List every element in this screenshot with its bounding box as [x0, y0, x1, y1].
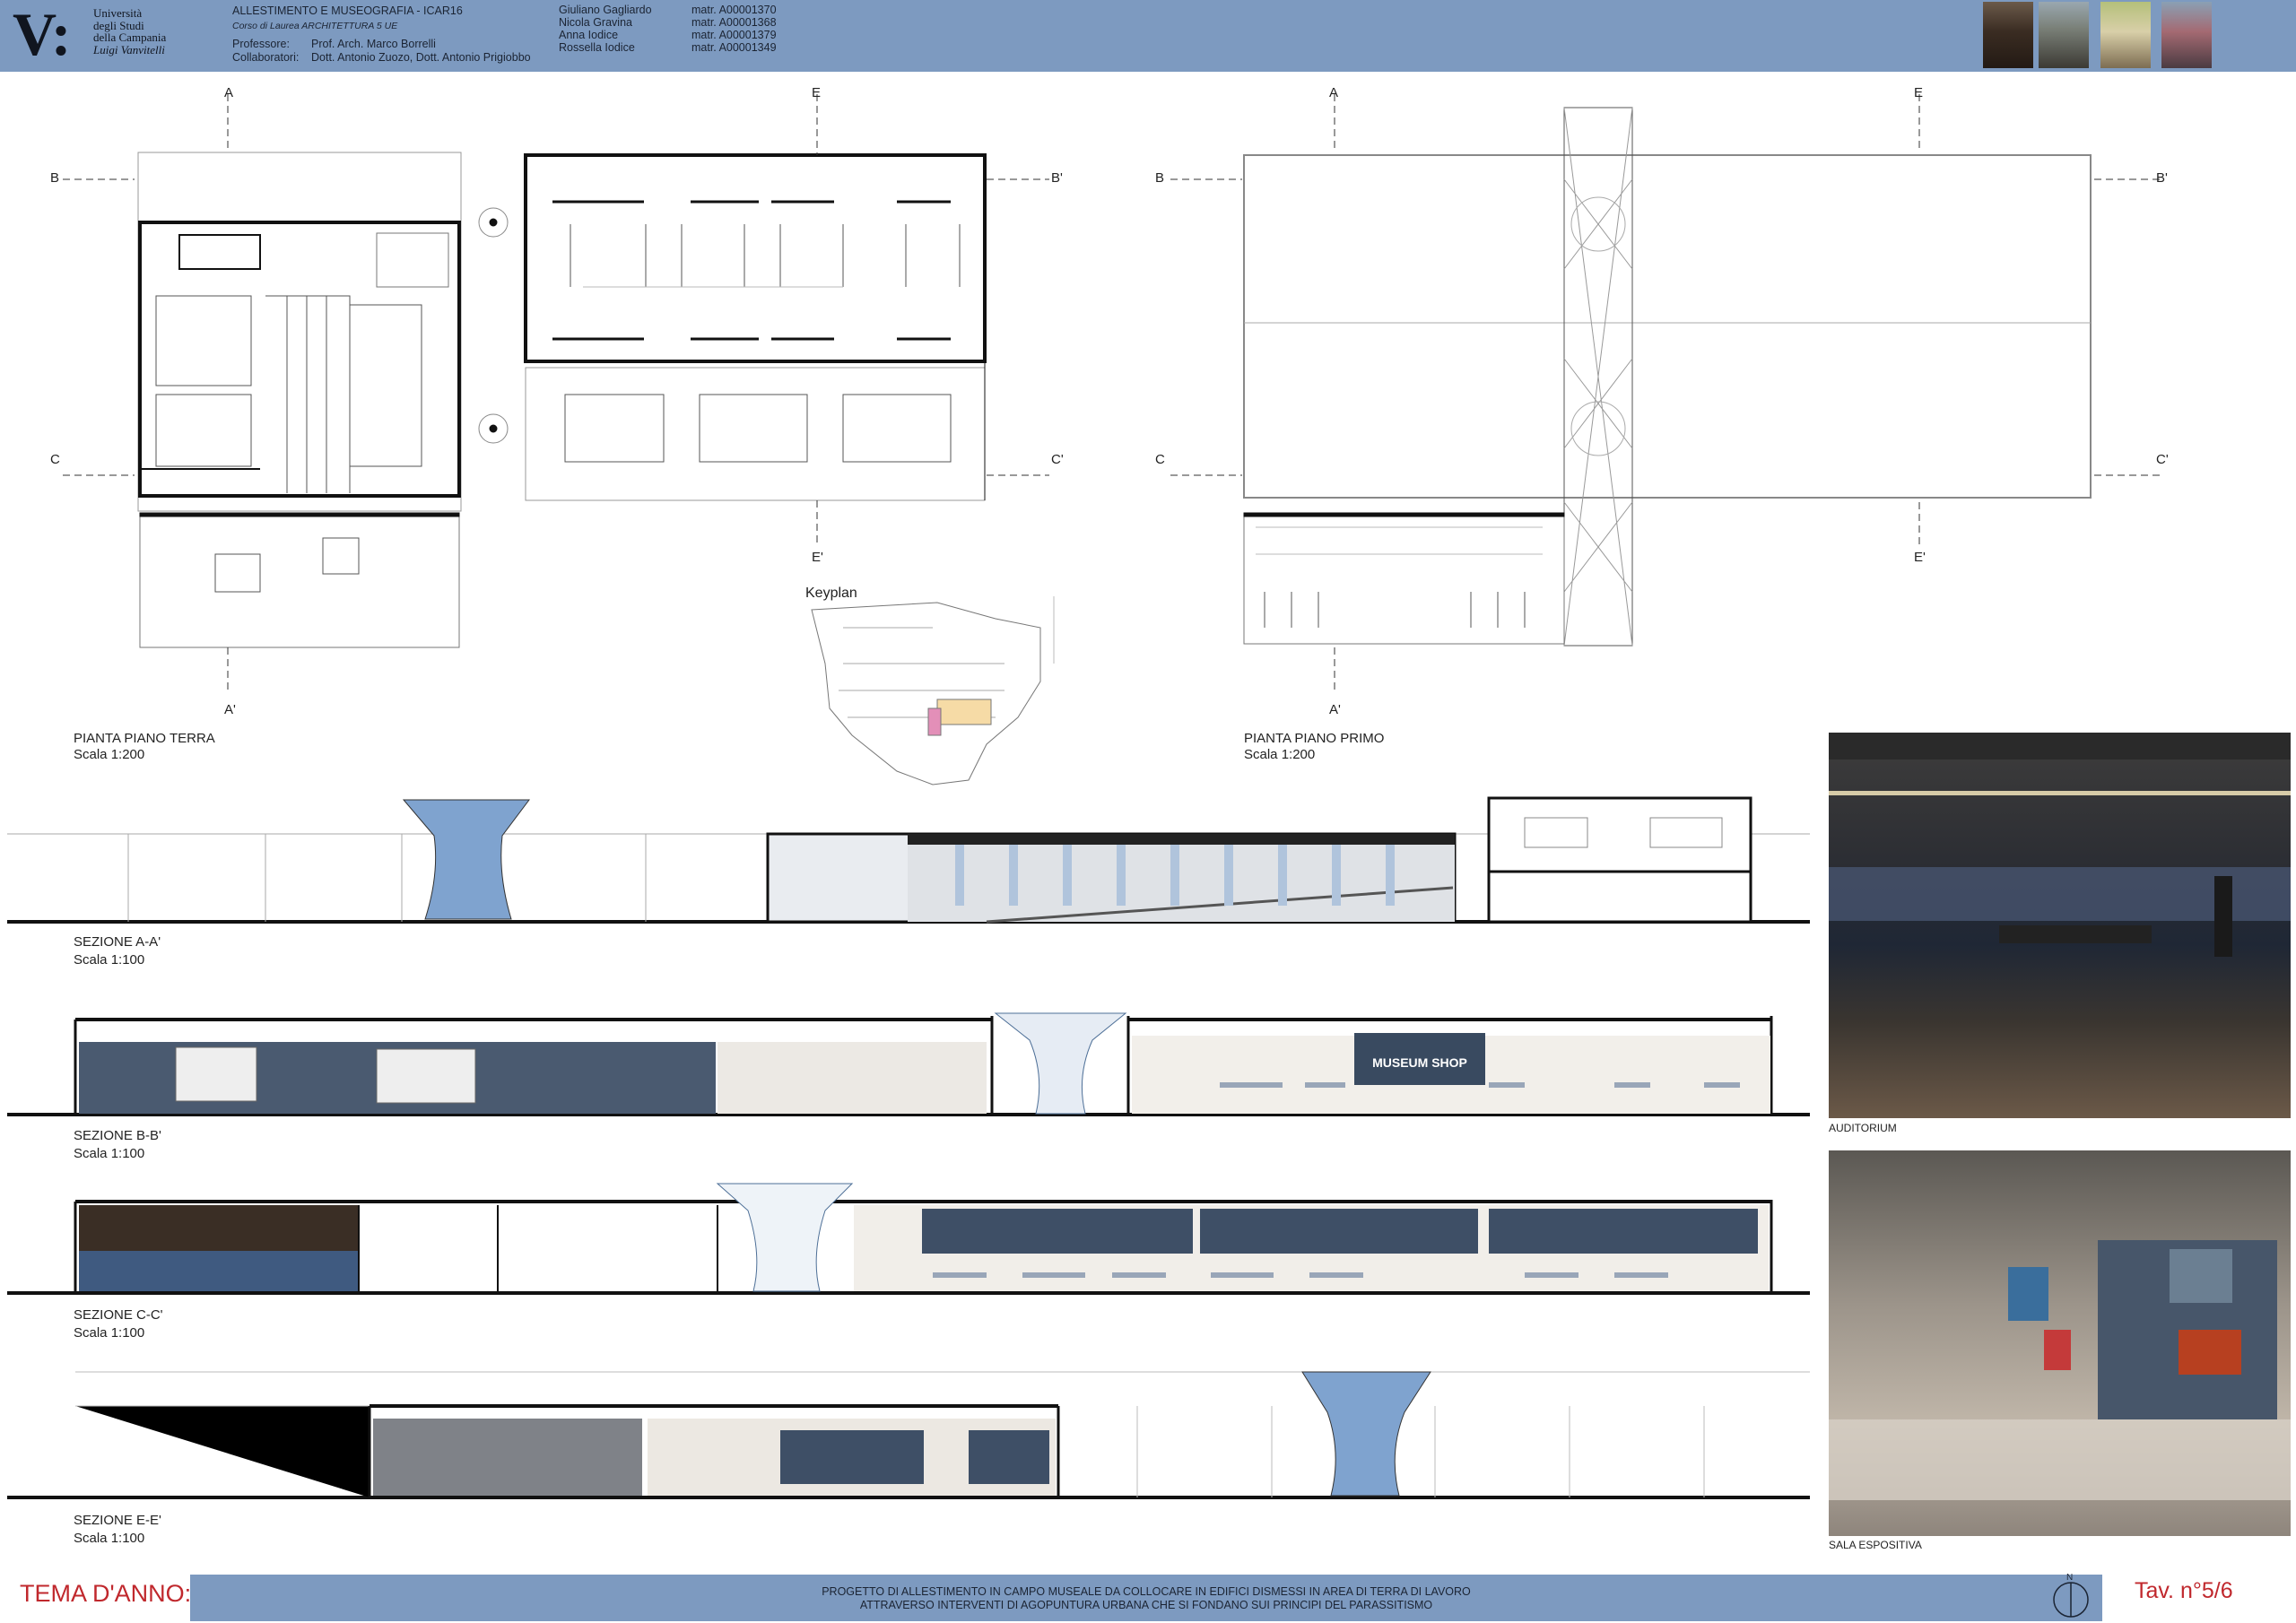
section-a-scale: Scala 1:100 — [74, 952, 145, 968]
section-e-title: SEZIONE E-E' — [74, 1513, 161, 1528]
north-label: N — [2066, 1573, 2074, 1583]
glass-showcase — [1829, 1419, 2291, 1500]
section-c-drawing — [7, 1183, 1810, 1295]
painting — [2170, 1249, 2232, 1303]
auditorium-caption: AUDITORIUM — [1829, 1122, 1897, 1134]
footer-line-1: PROGETTO DI ALLESTIMENTO IN CAMPO MUSEAL… — [822, 1585, 1471, 1598]
section-a-title: SEZIONE A-A' — [74, 934, 161, 950]
painting — [2044, 1330, 2071, 1370]
section-c-scale: Scala 1:100 — [74, 1325, 145, 1341]
section-e-drawing — [7, 1371, 1810, 1499]
section-b-title: SEZIONE B-B' — [74, 1128, 161, 1143]
auditorium-render — [1829, 733, 2291, 1118]
ceiling-beam — [1829, 733, 2291, 759]
footer-line-2: ATTRAVERSO INTERVENTI DI AGOPUNTURA URBA… — [859, 1599, 1433, 1611]
tema-label: TEMA D'ANNO: — [20, 1580, 192, 1607]
ceiling-light-strip — [1829, 791, 2291, 795]
stage-table — [1999, 925, 2152, 943]
sala-espositiva-render — [1829, 1150, 2291, 1536]
tavola-number: Tav. n°5/6 — [2135, 1578, 2233, 1603]
section-b-drawing: MUSEUM SHOP — [7, 1012, 1810, 1116]
museum-shop-sign: MUSEUM SHOP — [1372, 1055, 1467, 1070]
north-arrow-icon — [2053, 1582, 2089, 1618]
footer-bar: PROGETTO DI ALLESTIMENTO IN CAMPO MUSEAL… — [190, 1573, 2102, 1621]
section-c-title: SEZIONE C-C' — [74, 1307, 163, 1323]
section-b-scale: Scala 1:100 — [74, 1146, 145, 1161]
section-a-drawing — [7, 796, 1810, 924]
speaker-figure — [2214, 876, 2232, 957]
sala-caption: SALA ESPOSITIVA — [1829, 1539, 1922, 1551]
painting — [2179, 1330, 2241, 1375]
section-e-scale: Scala 1:100 — [74, 1531, 145, 1546]
painting — [2008, 1267, 2048, 1321]
